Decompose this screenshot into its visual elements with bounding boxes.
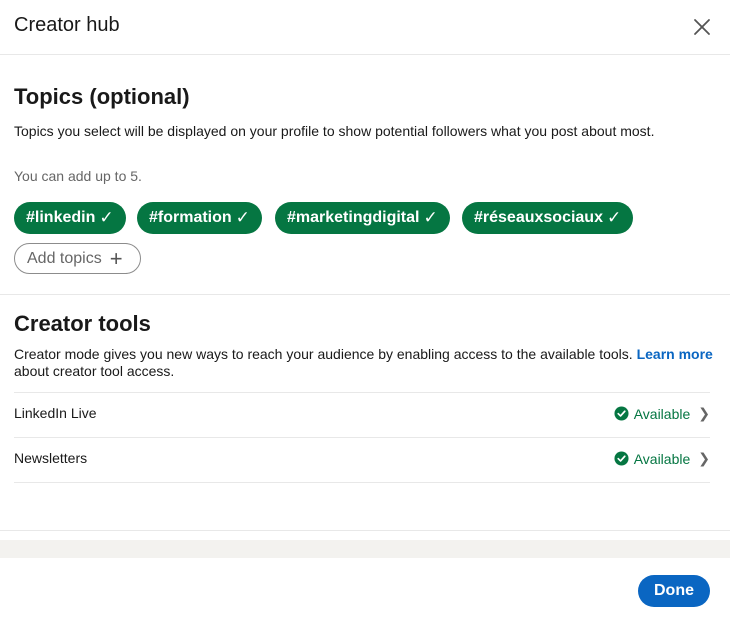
creator-tools-description: Creator mode gives you new ways to reach… bbox=[14, 346, 714, 380]
add-topics-button[interactable]: Add topics + bbox=[14, 243, 141, 274]
topics-limit-note: You can add up to 5. bbox=[14, 168, 142, 184]
topic-chip-marketingdigital[interactable]: #marketingdigital ✓ bbox=[275, 202, 450, 234]
topic-chip-reseauxsociaux[interactable]: #réseauxsociaux ✓ bbox=[462, 202, 634, 234]
status-available: Available ❯ bbox=[614, 450, 710, 467]
chevron-right-icon: ❯ bbox=[698, 450, 710, 466]
done-button[interactable]: Done bbox=[638, 575, 710, 607]
section-divider bbox=[0, 294, 730, 295]
creator-tools-description-text: Creator mode gives you new ways to reach… bbox=[14, 346, 637, 362]
topic-chip-label: #réseauxsociaux bbox=[474, 209, 603, 226]
creator-tools-title: Creator tools bbox=[14, 311, 151, 336]
creator-tools-description-tail: about creator tool access. bbox=[14, 363, 175, 379]
close-button[interactable] bbox=[688, 13, 716, 41]
topic-chip-label: #formation bbox=[149, 209, 232, 226]
checkmark-icon: ✓ bbox=[606, 208, 622, 227]
topics-description: Topics you select will be displayed on y… bbox=[14, 123, 655, 139]
plus-icon: + bbox=[109, 245, 123, 271]
tool-name: LinkedIn Live bbox=[14, 405, 97, 421]
status-label: Available bbox=[633, 405, 691, 422]
chevron-right-icon: ❯ bbox=[698, 405, 710, 421]
modal-title: Creator hub bbox=[14, 14, 120, 36]
close-icon bbox=[694, 19, 710, 35]
topic-chip-label: #marketingdigital bbox=[287, 209, 420, 226]
row-divider bbox=[14, 482, 710, 483]
modal-header: Creator hub bbox=[0, 0, 730, 55]
checkmark-icon: ✓ bbox=[235, 208, 250, 227]
add-topics-label: Add topics bbox=[27, 249, 102, 267]
tool-row-linkedin-live[interactable]: LinkedIn Live Available ❯ bbox=[14, 393, 710, 437]
checkmark-icon: ✓ bbox=[423, 208, 438, 227]
topic-chip-label: #linkedin bbox=[26, 209, 96, 226]
topic-chip-formation[interactable]: #formation ✓ bbox=[137, 202, 262, 234]
checkmark-icon: ✓ bbox=[99, 208, 114, 227]
tool-name: Newsletters bbox=[14, 450, 88, 466]
tool-row-newsletters[interactable]: Newsletters Available ❯ bbox=[14, 438, 710, 482]
status-label: Available bbox=[633, 450, 691, 467]
learn-more-link[interactable]: Learn more bbox=[637, 346, 713, 362]
status-available: Available ❯ bbox=[614, 405, 710, 422]
check-circle-icon bbox=[614, 406, 629, 421]
check-circle-icon bbox=[614, 451, 629, 466]
topic-chip-linkedin[interactable]: #linkedin ✓ bbox=[14, 202, 126, 234]
footer-divider bbox=[0, 530, 730, 531]
topics-title: Topics (optional) bbox=[14, 84, 190, 109]
scroll-shadow bbox=[0, 540, 730, 558]
